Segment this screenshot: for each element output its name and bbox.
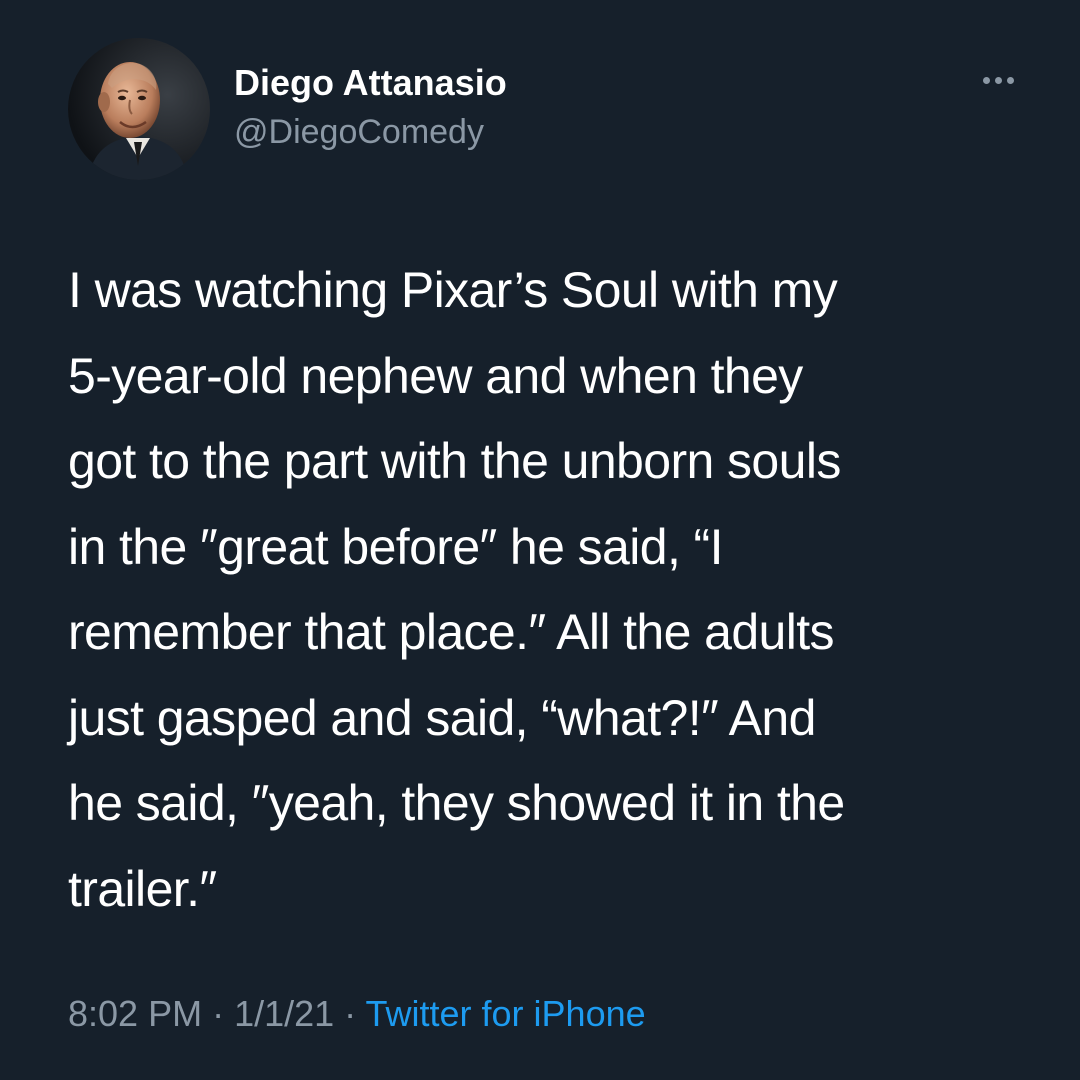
more-options-icon <box>982 76 990 84</box>
author-display-name[interactable]: Diego Attanasio <box>234 62 507 104</box>
meta-separator: · <box>334 993 366 1034</box>
author-handle[interactable]: @DiegoComedy <box>234 112 484 152</box>
tweet-date[interactable]: 1/1/21 <box>234 993 334 1034</box>
more-options-button[interactable] <box>968 62 1028 98</box>
avatar[interactable] <box>68 38 210 180</box>
tweet-card: Diego Attanasio @DiegoComedy I was watch… <box>0 0 1080 1080</box>
profile-photo-icon <box>68 38 210 180</box>
more-options-icon-dot <box>994 76 1002 84</box>
tweet-time[interactable]: 8:02 PM <box>68 993 202 1034</box>
meta-separator: · <box>202 993 235 1034</box>
tweet-text: I was watching Pixar’s Soul with my 5-ye… <box>68 262 845 917</box>
tweet-meta: 8:02 PM · 1/1/21 · Twitter for iPhone <box>68 990 646 1038</box>
tweet-source-link[interactable]: Twitter for iPhone <box>366 993 646 1034</box>
more-options-icon-dot <box>1006 76 1014 84</box>
